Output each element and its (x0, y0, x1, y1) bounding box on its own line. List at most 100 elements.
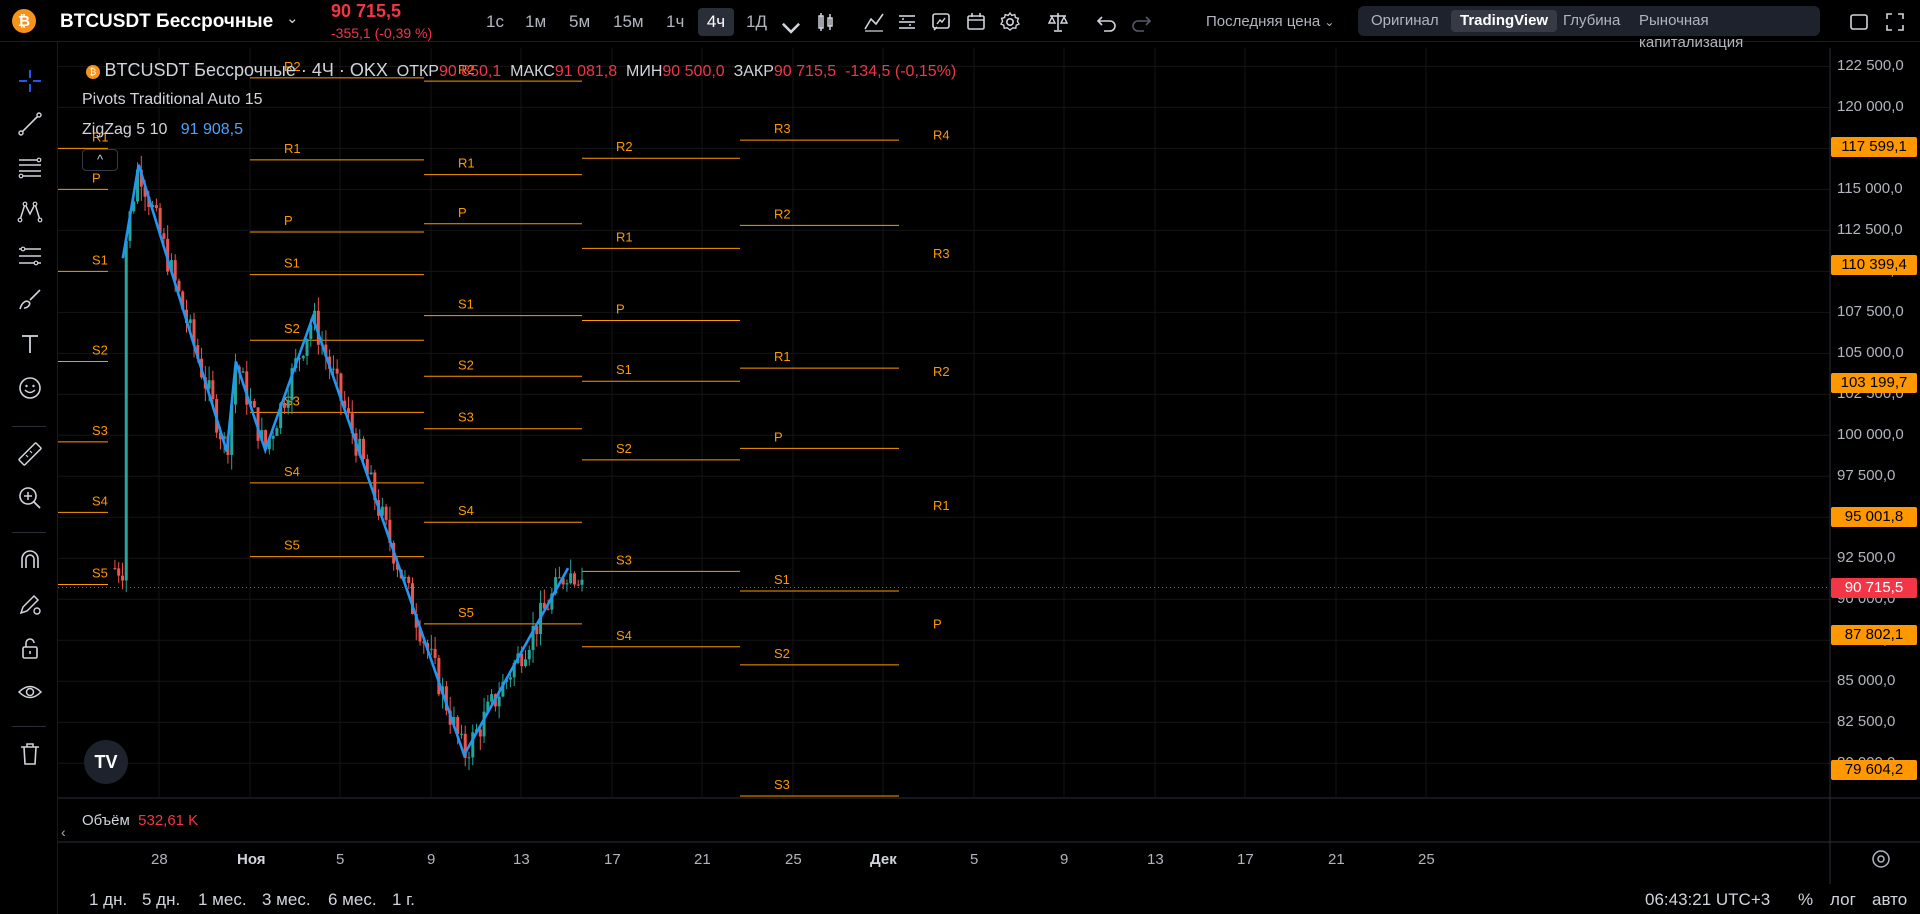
pivot-price-badge: 110 399,4 (1831, 254, 1917, 275)
candle-body (275, 428, 279, 436)
pivot-price-badge: 79 604,2 (1831, 759, 1917, 780)
legend-pivots[interactable]: Pivots Traditional Auto 15 (82, 91, 263, 109)
range-1m[interactable]: 1 мес. (198, 890, 247, 910)
fib-lines-icon[interactable] (16, 154, 44, 182)
candle-body (557, 577, 561, 579)
pivot-label: S3 (92, 423, 108, 438)
candle-body (362, 438, 366, 460)
time-tick: 17 (604, 851, 621, 868)
pivot-label: S1 (284, 256, 300, 271)
price-tick: 122 500,0 (1837, 57, 1904, 75)
pivot-label: P (458, 205, 467, 220)
toolbar-divider (12, 426, 46, 427)
candle-body (580, 579, 584, 585)
drawing-toolbar: ‹ (0, 42, 66, 914)
candle-body (546, 608, 550, 610)
candle-body (490, 694, 494, 702)
pivot-label: S2 (458, 357, 474, 372)
emoji-icon[interactable] (16, 374, 44, 402)
range-1y[interactable]: 1 г. (392, 890, 415, 910)
time-tick: 21 (1328, 851, 1345, 868)
price-tick: 115 000,0 (1837, 180, 1903, 198)
zoom-in-icon[interactable] (16, 484, 44, 512)
candle-body (384, 506, 388, 520)
crosshair-icon[interactable] (16, 67, 44, 95)
pivot-label: S5 (92, 565, 108, 580)
pivot-label: S4 (284, 464, 300, 479)
candle-body (286, 400, 290, 408)
time-tick: 9 (427, 851, 436, 868)
price-tick: 92 500,0 (1837, 549, 1896, 567)
time-tick: 21 (694, 851, 711, 868)
draw-mode-icon[interactable] (16, 590, 44, 618)
time-tick: 5 (970, 851, 979, 868)
price-tick: 105 000,0 (1837, 344, 1904, 362)
time-tick: 25 (1418, 851, 1435, 868)
chart-area[interactable]: R1 P S1 S2 S3 S4 S5 R2 R1 P S1 S2 S3 S4 S5 R2 R1 P S1 S2 S3 S… (58, 0, 1920, 914)
time-tick: Дек (870, 851, 897, 868)
pivot-label: R2 (616, 139, 633, 154)
candle-body (508, 677, 512, 680)
time-tick: 25 (785, 851, 802, 868)
legend-collapse-button[interactable]: ^ (82, 149, 118, 171)
legend-high: 91 081,8 (554, 63, 618, 80)
forecast-icon[interactable] (16, 242, 44, 270)
candle-body (120, 575, 124, 581)
candle-body (433, 648, 437, 658)
time-tick: 13 (513, 851, 530, 868)
pivot-label: S2 (284, 321, 300, 336)
candle-body (576, 584, 580, 586)
log-toggle[interactable]: лог (1830, 890, 1856, 910)
legend-zigzag-name: ZigZag 5 10 (82, 121, 168, 138)
eye-icon[interactable] (16, 678, 44, 706)
percent-toggle[interactable]: % (1798, 890, 1813, 910)
candle-body (241, 371, 245, 373)
range-1d[interactable]: 1 дн. (89, 890, 127, 910)
toolbar-divider (12, 726, 46, 727)
legend-symbol: BTCUSDT Бессрочные · 4Ч · OKX (104, 60, 388, 80)
candle-body (478, 729, 482, 737)
chart-settings-icon[interactable] (1870, 848, 1892, 870)
lock-icon[interactable] (16, 634, 44, 662)
legend-high-label: МАКС (510, 63, 555, 80)
range-3m[interactable]: 3 мес. (262, 890, 311, 910)
time-tick: 13 (1147, 851, 1164, 868)
pivot-label: S5 (284, 538, 300, 553)
pivot-price-badge: 95 001,8 (1831, 507, 1917, 528)
pivot-label: R2 (933, 364, 950, 379)
ruler-icon[interactable] (16, 440, 44, 468)
candle-body (282, 403, 286, 408)
candle-body (346, 408, 350, 414)
trend-line-icon[interactable] (16, 110, 44, 138)
candle-body (369, 472, 373, 475)
range-5d[interactable]: 5 дн. (142, 890, 180, 910)
range-6m[interactable]: 6 мес. (328, 890, 377, 910)
text-icon[interactable] (16, 330, 44, 358)
pivot-label: S2 (92, 343, 108, 358)
time-tick: Ноя (237, 851, 266, 868)
legend-low: 90 500,0 (662, 63, 725, 80)
legend-zigzag[interactable]: ZigZag 5 10 91 908,5 (82, 121, 243, 139)
pivot-price-badge: 87 802,1 (1831, 625, 1917, 646)
candle-body (407, 576, 411, 584)
time-tick: 28 (151, 851, 168, 868)
candle-body (335, 368, 339, 374)
auto-toggle[interactable]: авто (1872, 890, 1907, 910)
zigzag-line (121, 164, 570, 759)
pivot-label: R4 (933, 128, 950, 143)
candle-body (565, 583, 569, 585)
trash-icon[interactable] (16, 740, 44, 768)
time-tick: 17 (1237, 851, 1254, 868)
price-tick: 100 000,0 (1837, 426, 1904, 444)
legend-main: ₿ BTCUSDT Бессрочные · 4Ч · OKX ОТКР90 8… (86, 60, 956, 81)
bitcoin-logo-icon: ₿ (12, 9, 36, 33)
clock[interactable]: 06:43:21 UTC+3 (1645, 890, 1770, 910)
pivot-price-badge: 117 599,1 (1831, 136, 1917, 157)
pivot-label: R1 (933, 498, 950, 513)
pivot-price-badge: 103 199,7 (1831, 372, 1917, 393)
brush-icon[interactable] (16, 286, 44, 314)
magnet-icon[interactable] (16, 546, 44, 574)
tradingview-logo[interactable]: TV (84, 740, 128, 784)
pattern-icon[interactable] (16, 198, 44, 226)
pivot-label: P (92, 170, 101, 185)
